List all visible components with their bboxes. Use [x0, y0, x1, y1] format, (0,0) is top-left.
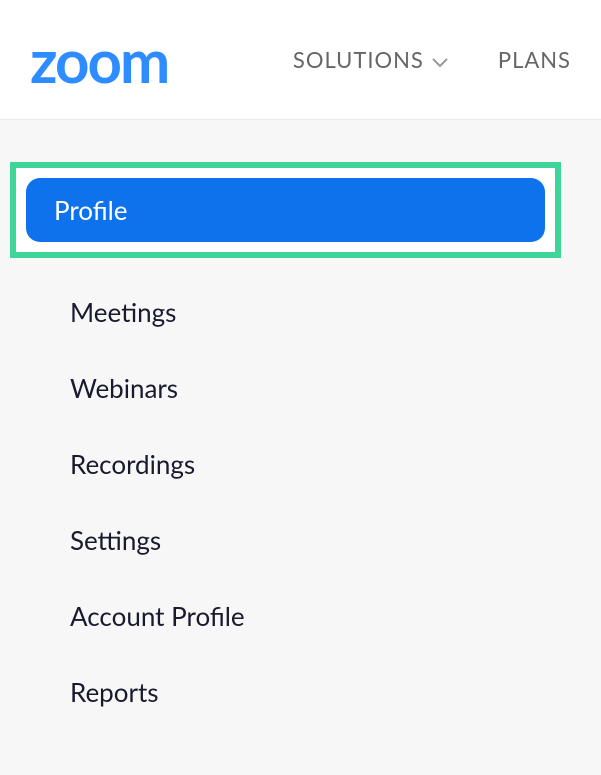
sidebar-item-label: Webinars [70, 372, 178, 404]
sidebar-item-label: Meetings [70, 296, 176, 328]
nav-plans-label: PLANS [498, 46, 571, 73]
sidebar-item-label: Reports [70, 676, 159, 708]
sidebar: Profile Meetings Webinars Recordings Set… [0, 162, 561, 730]
sidebar-item-label: Account Profile [70, 600, 245, 632]
sidebar-item-webinars[interactable]: Webinars [70, 350, 561, 426]
content-area: Profile Meetings Webinars Recordings Set… [0, 120, 601, 775]
zoom-logo[interactable]: zoom [30, 30, 168, 90]
sidebar-item-account-profile[interactable]: Account Profile [70, 578, 561, 654]
sidebar-item-recordings[interactable]: Recordings [70, 426, 561, 502]
sidebar-item-reports[interactable]: Reports [70, 654, 561, 730]
nav-solutions[interactable]: SOLUTIONS [293, 46, 448, 73]
nav-plans[interactable]: PLANS [498, 46, 571, 73]
sidebar-item-profile[interactable]: Profile [26, 178, 545, 242]
sidebar-item-label: Profile [54, 194, 128, 226]
sidebar-item-label: Settings [70, 524, 161, 556]
nav-solutions-label: SOLUTIONS [293, 46, 424, 73]
sidebar-item-meetings[interactable]: Meetings [70, 274, 561, 350]
sidebar-item-label: Recordings [70, 448, 195, 480]
highlight-box: Profile [10, 162, 561, 258]
header: zoom SOLUTIONS PLANS [0, 0, 601, 120]
sidebar-item-settings[interactable]: Settings [70, 502, 561, 578]
top-nav: SOLUTIONS PLANS [293, 46, 571, 73]
chevron-down-icon [432, 46, 448, 73]
